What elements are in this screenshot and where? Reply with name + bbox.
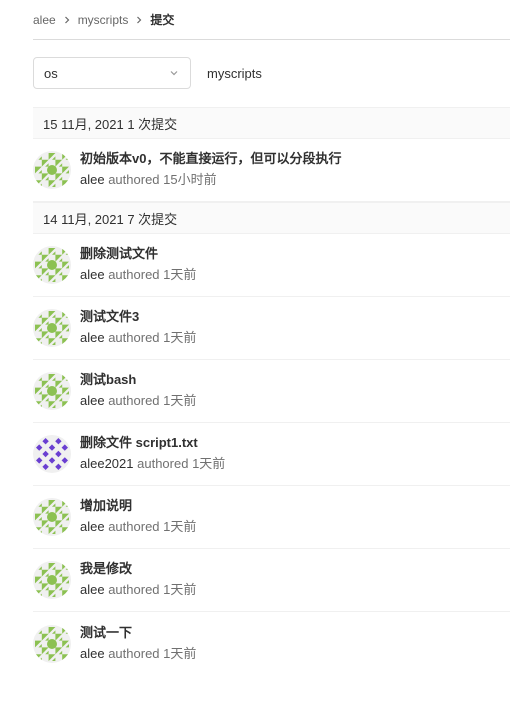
commit-day-header: 15 11月, 2021 1 次提交 bbox=[33, 107, 510, 139]
project-path: myscripts bbox=[207, 65, 262, 81]
commit-row: 初始版本v0，不能直接运行，但可以分段执行 alee authored 15小时前 bbox=[33, 139, 510, 202]
commit-time: 1天前 bbox=[163, 645, 197, 661]
commit-detail: 测试bash alee authored 1天前 bbox=[80, 371, 196, 411]
commit-authored-label: authored bbox=[108, 519, 160, 534]
commit-title-link[interactable]: 删除文件 script1.txt bbox=[80, 434, 225, 452]
branch-select-value: os bbox=[44, 65, 58, 81]
commit-time: 1天前 bbox=[163, 393, 197, 408]
commits-toolbar: os myscripts bbox=[33, 56, 262, 90]
commit-authored-label: authored bbox=[108, 645, 160, 661]
commit-time: 1天前 bbox=[163, 519, 197, 534]
commit-list: 15 11月, 2021 1 次提交初始版本v0，不能直接运行，但可以分段执行 a… bbox=[33, 107, 510, 675]
commit-meta: alee authored 1天前 bbox=[80, 517, 196, 537]
commit-detail: 增加说明 alee authored 1天前 bbox=[80, 497, 196, 537]
commit-time: 1天前 bbox=[192, 456, 226, 471]
commit-row: 我是修改 alee authored 1天前 bbox=[33, 549, 510, 612]
breadcrumb: alee myscripts 提交 bbox=[33, 0, 510, 40]
breadcrumb-item-alee[interactable]: alee bbox=[33, 13, 56, 27]
commit-meta: alee authored 1天前 bbox=[80, 391, 196, 411]
commit-meta: alee authored 1天前 bbox=[80, 580, 196, 600]
commit-meta: alee authored 1天前 bbox=[80, 265, 196, 285]
commit-title-link[interactable]: 测试文件3 bbox=[80, 308, 196, 326]
commit-detail: 测试一下 alee authored 1天前 bbox=[80, 624, 196, 664]
chevron-right-icon bbox=[62, 15, 72, 25]
commit-author-link[interactable]: alee bbox=[80, 393, 105, 408]
commit-meta: alee2021 authored 1天前 bbox=[80, 454, 225, 474]
chevron-down-icon bbox=[168, 67, 180, 79]
commit-title-link[interactable]: 测试一下 bbox=[80, 624, 196, 642]
commit-title-link[interactable]: 增加说明 bbox=[80, 497, 196, 515]
avatar[interactable] bbox=[33, 309, 71, 347]
commit-meta: alee authored 1天前 bbox=[80, 328, 196, 348]
commit-detail: 测试文件3 alee authored 1天前 bbox=[80, 308, 196, 348]
branch-select[interactable]: os bbox=[33, 57, 191, 89]
commit-detail: 我是修改 alee authored 1天前 bbox=[80, 560, 196, 600]
commit-row: 删除文件 script1.txt alee2021 authored 1天前 bbox=[33, 423, 510, 486]
commit-row: 删除测试文件 alee authored 1天前 bbox=[33, 234, 510, 297]
commit-row: 增加说明 alee authored 1天前 bbox=[33, 486, 510, 549]
commit-author-link[interactable]: alee bbox=[80, 582, 105, 597]
commit-title-link[interactable]: 初始版本v0，不能直接运行，但可以分段执行 bbox=[80, 150, 341, 168]
commit-author-link[interactable]: alee2021 bbox=[80, 456, 134, 471]
commit-author-link[interactable]: alee bbox=[80, 267, 105, 282]
commit-title-link[interactable]: 测试bash bbox=[80, 371, 196, 389]
commit-authored-label: authored bbox=[108, 330, 160, 345]
avatar[interactable] bbox=[33, 561, 71, 599]
commit-author-link[interactable]: alee bbox=[80, 172, 105, 187]
commit-authored-label: authored bbox=[108, 172, 160, 187]
avatar[interactable] bbox=[33, 246, 71, 284]
commit-meta: alee authored 1天前 bbox=[80, 644, 196, 664]
commit-time: 1天前 bbox=[163, 330, 197, 345]
commit-author-link[interactable]: alee bbox=[80, 330, 105, 345]
commit-detail: 初始版本v0，不能直接运行，但可以分段执行 alee authored 15小时前 bbox=[80, 150, 341, 190]
commit-time: 1天前 bbox=[163, 267, 197, 282]
commit-title-link[interactable]: 删除测试文件 bbox=[80, 245, 196, 263]
avatar[interactable] bbox=[33, 435, 71, 473]
commit-detail: 删除文件 script1.txt alee2021 authored 1天前 bbox=[80, 434, 225, 474]
commit-title-link[interactable]: 我是修改 bbox=[80, 560, 196, 578]
commit-authored-label: authored bbox=[108, 393, 160, 408]
avatar[interactable] bbox=[33, 151, 71, 189]
commit-day-header: 14 11月, 2021 7 次提交 bbox=[33, 202, 510, 234]
commit-row: 测试bash alee authored 1天前 bbox=[33, 360, 510, 423]
commit-time: 15小时前 bbox=[163, 172, 217, 187]
breadcrumb-item-myscripts[interactable]: myscripts bbox=[78, 13, 129, 27]
avatar[interactable] bbox=[33, 498, 71, 536]
commit-author-link[interactable]: alee bbox=[80, 519, 105, 534]
commit-authored-label: authored bbox=[108, 582, 160, 597]
commit-authored-label: authored bbox=[137, 456, 189, 471]
chevron-right-icon bbox=[134, 15, 144, 25]
commit-detail: 删除测试文件 alee authored 1天前 bbox=[80, 245, 196, 285]
avatar[interactable] bbox=[33, 624, 71, 663]
commit-row: 测试文件3 alee authored 1天前 bbox=[33, 297, 510, 360]
commit-authored-label: authored bbox=[108, 267, 160, 282]
breadcrumb-current: 提交 bbox=[150, 13, 175, 27]
commit-author-link[interactable]: alee bbox=[80, 646, 105, 661]
commit-row: 测试一下 alee authored 1天前 bbox=[33, 612, 510, 675]
commit-time: 1天前 bbox=[163, 582, 197, 597]
avatar[interactable] bbox=[33, 372, 71, 410]
commit-meta: alee authored 15小时前 bbox=[80, 170, 341, 190]
